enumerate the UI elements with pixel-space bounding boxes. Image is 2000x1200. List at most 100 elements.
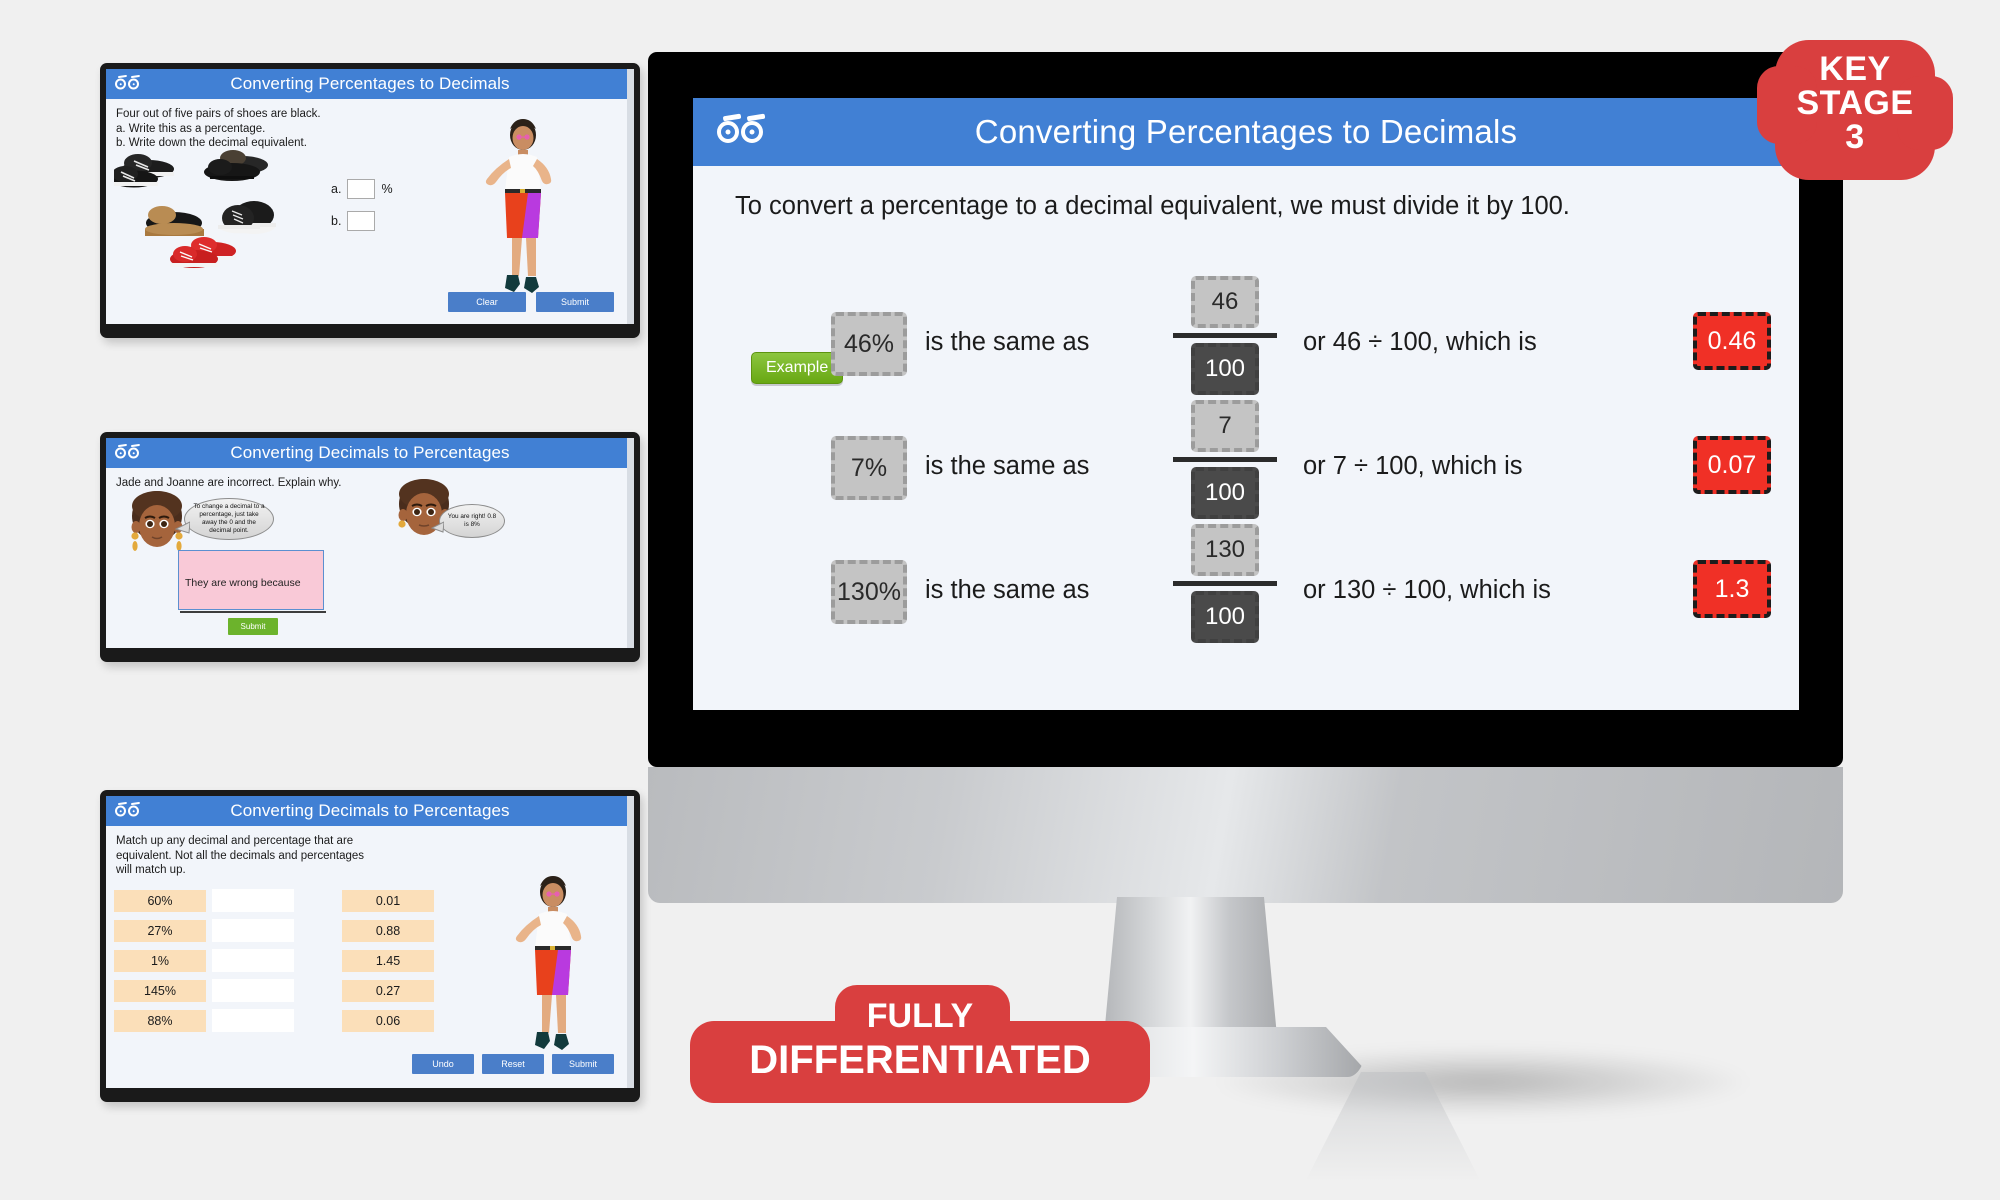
percentage-tile[interactable]: 27%: [114, 919, 206, 942]
fraction: 7 100: [1170, 400, 1280, 519]
slide-1-percent-sign: %: [381, 182, 393, 196]
teacher-svg: [515, 876, 582, 1050]
slide-2-inner: Converting Decimals to Percentages Jade …: [106, 438, 634, 648]
examples-list: 46% is the same as 46 100 or 46 ÷ 100, w…: [693, 276, 1799, 656]
result-box: 0.46: [1693, 312, 1771, 370]
slide-2-answer-box-shadow: [180, 611, 326, 613]
fully-differentiated-badge: FULLY DIFFERENTIATED: [690, 985, 1150, 1103]
percentage-tile[interactable]: 88%: [114, 1009, 206, 1032]
fraction-bar: [1173, 457, 1277, 462]
main-slide-header: Converting Percentages to Decimals: [693, 98, 1799, 166]
example-row: 130% is the same as 130 100 or 130 ÷ 100…: [693, 524, 1799, 656]
key-stage-badge: KEY STAGE 3: [1757, 40, 1953, 180]
fraction-denominator: 100: [1191, 467, 1259, 519]
decimal-tile[interactable]: 1.45: [342, 949, 434, 972]
fully-differentiated-line-2: DIFFERENTIATED: [749, 1038, 1091, 1082]
decimal-tile[interactable]: 0.01: [342, 889, 434, 912]
decimal-tile[interactable]: 0.88: [342, 919, 434, 942]
slide-3-body: Match up any decimal and percentage that…: [106, 826, 634, 1088]
slide-3-buttons: Undo Reset Submit: [412, 1054, 614, 1074]
result-box: 1.3: [1693, 560, 1771, 618]
decimal-tile[interactable]: 0.27: [342, 979, 434, 1002]
drop-target[interactable]: [212, 1009, 294, 1032]
speech-bubble-left: To change a decimal to a percentage, jus…: [184, 498, 274, 540]
percentage-tile[interactable]: 145%: [114, 979, 206, 1002]
fraction-bar: [1173, 581, 1277, 586]
division-text: or 7 ÷ 100, which is: [1303, 452, 1523, 480]
slide-1-buttons: Clear Submit: [448, 292, 614, 312]
percentage-tile[interactable]: 1%: [114, 949, 206, 972]
slide-1-answers: a. % b.: [331, 179, 393, 243]
slide-3-header: Converting Decimals to Percentages: [106, 796, 634, 826]
slide-3-question-line-1: Match up any decimal and percentage that…: [116, 835, 354, 847]
fraction-numerator: 7: [1191, 400, 1259, 452]
drop-target[interactable]: [212, 919, 294, 942]
shoes-svg: [110, 150, 276, 268]
page-root: Converting Percentages to Decimals Four …: [0, 0, 2000, 1200]
example-row: 46% is the same as 46 100 or 46 ÷ 100, w…: [693, 276, 1799, 408]
table-row: 60% 0.01: [114, 889, 514, 912]
percentage-tile[interactable]: 60%: [114, 889, 206, 912]
phrase-is-the-same-as: is the same as: [925, 452, 1090, 480]
fraction-denominator: 100: [1191, 591, 1259, 643]
preview-slide-1[interactable]: Converting Percentages to Decimals Four …: [100, 63, 640, 338]
slide-3-inner: Converting Decimals to Percentages Match…: [106, 796, 634, 1088]
fraction-numerator: 46: [1191, 276, 1259, 328]
main-slide-title: Converting Percentages to Decimals: [974, 113, 1518, 150]
drop-target[interactable]: [212, 889, 294, 912]
slide-1-answer-row-b: b.: [331, 211, 393, 231]
brand-eyes-icon: [115, 447, 139, 459]
slide-3-undo-button[interactable]: Undo: [412, 1054, 474, 1074]
result-box: 0.07: [1693, 436, 1771, 494]
slide-3-title: Converting Decimals to Percentages: [230, 801, 510, 820]
key-stage-badge-text: KEY STAGE 3: [1775, 40, 1935, 154]
slide-3-submit-button[interactable]: Submit: [552, 1054, 614, 1074]
preview-slide-2[interactable]: Converting Decimals to Percentages Jade …: [100, 432, 640, 662]
matching-grid: 60% 0.01 27% 0.88 1% 1.45 145% 0.27 88% …: [114, 889, 514, 1039]
preview-slide-3[interactable]: Converting Decimals to Percentages Match…: [100, 790, 640, 1102]
example-row: 7% is the same as 7 100 or 7 ÷ 100, whic…: [693, 400, 1799, 532]
slide-1-label-b: b.: [331, 214, 342, 228]
brand-eyes-icon: [115, 805, 139, 817]
percentage-box: 130%: [831, 560, 907, 624]
phrase-is-the-same-as: is the same as: [925, 576, 1090, 604]
slide-1-input-b[interactable]: [347, 211, 376, 231]
slide-1-input-a[interactable]: [347, 179, 376, 199]
slide-2-header: Converting Decimals to Percentages: [106, 438, 634, 468]
main-slide-lead-text: To convert a percentage to a decimal equ…: [735, 192, 1570, 220]
table-row: 1% 1.45: [114, 949, 514, 972]
teacher-avatar: [506, 874, 596, 1069]
slide-3-reset-button[interactable]: Reset: [482, 1054, 544, 1074]
main-slide: Converting Percentages to Decimals To co…: [693, 98, 1799, 710]
fraction-numerator: 130: [1191, 524, 1259, 576]
slide-2-title: Converting Decimals to Percentages: [230, 443, 510, 462]
teacher-svg: [485, 119, 552, 293]
slide-2-question: Jade and Joanne are incorrect. Explain w…: [116, 477, 342, 489]
drop-target[interactable]: [212, 979, 294, 1002]
fraction: 46 100: [1170, 276, 1280, 395]
drop-target[interactable]: [212, 949, 294, 972]
slide-1-label-a: a.: [331, 182, 342, 196]
key-stage-line-1: KEY: [1819, 50, 1891, 88]
monitor-mockup: Converting Percentages to Decimals To co…: [648, 52, 1843, 1182]
slide-1-submit-button[interactable]: Submit: [536, 292, 614, 312]
slide-2-submit-button[interactable]: Submit: [228, 618, 278, 635]
slide-2-answer-box[interactable]: They are wrong because: [178, 550, 324, 610]
slide-1-clear-button[interactable]: Clear: [448, 292, 526, 312]
percentage-box: 46%: [831, 312, 907, 376]
brand-eyes-icon: [115, 78, 139, 90]
decimal-tile[interactable]: 0.06: [342, 1009, 434, 1032]
table-row: 88% 0.06: [114, 1009, 514, 1032]
teacher-avatar: [476, 117, 566, 312]
brand-eyes-icon: [717, 121, 763, 143]
table-row: 27% 0.88: [114, 919, 514, 942]
key-stage-line-3: 3: [1845, 118, 1865, 156]
main-slide-body: To convert a percentage to a decimal equ…: [693, 166, 1799, 710]
fraction-denominator: 100: [1191, 343, 1259, 395]
fully-differentiated-line-1: FULLY: [866, 997, 974, 1035]
speech-bubble-right: You are right! 0.8 is 8%: [439, 504, 505, 538]
slide-1-answer-row-a: a. %: [331, 179, 393, 199]
key-stage-line-2: STAGE: [1796, 84, 1914, 122]
slide-1-title: Converting Percentages to Decimals: [230, 74, 510, 93]
division-text: or 46 ÷ 100, which is: [1303, 328, 1537, 356]
